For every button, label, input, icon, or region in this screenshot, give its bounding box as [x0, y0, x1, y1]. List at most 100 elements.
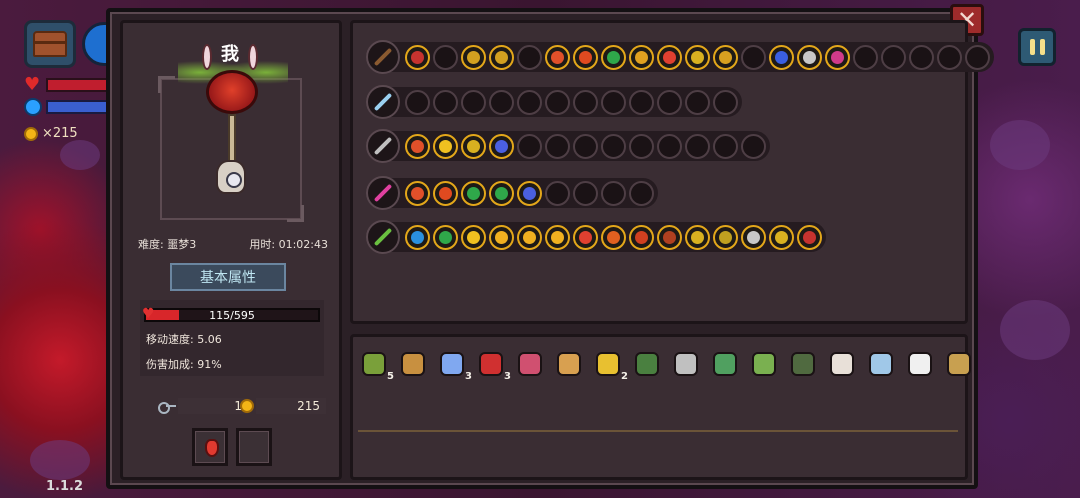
rune-slot[interactable] [573, 224, 598, 250]
rune-slot[interactable] [545, 224, 570, 250]
demon-item[interactable]: 3 [475, 348, 511, 382]
jaw-item[interactable] [904, 348, 936, 380]
rune-slot[interactable] [405, 133, 430, 159]
rune-slot[interactable] [405, 44, 430, 70]
attributes-tab[interactable]: 基本属性 [170, 263, 286, 291]
empty-rune-slot[interactable] [517, 133, 542, 159]
boot-item[interactable] [631, 348, 663, 380]
empty-rune-slot[interactable] [461, 89, 486, 115]
empty-rune-slot[interactable] [741, 44, 766, 70]
rune-icon [747, 230, 760, 244]
empty-rune-slot[interactable] [965, 44, 990, 70]
empty-rune-slot[interactable] [433, 89, 458, 115]
sack-item[interactable] [514, 348, 546, 380]
rune-icon [691, 230, 704, 244]
rune-slot[interactable] [545, 44, 570, 70]
empty-rune-slot[interactable] [685, 133, 710, 159]
empty-rune-slot[interactable] [545, 133, 570, 159]
feather-item[interactable] [826, 348, 858, 380]
empty-rune-slot[interactable] [433, 44, 458, 70]
empty-rune-slot[interactable] [545, 89, 570, 115]
empty-rune-slot[interactable] [937, 44, 962, 70]
spear-weapon[interactable] [366, 129, 400, 163]
rune-slot[interactable] [461, 180, 486, 206]
empty-rune-slot[interactable] [741, 133, 766, 159]
rune-slot[interactable] [601, 224, 626, 250]
rune-slot[interactable] [713, 224, 738, 250]
claw-item[interactable]: 5 [358, 348, 394, 382]
empty-rune-slot[interactable] [601, 133, 626, 159]
cloak-item[interactable] [787, 348, 819, 380]
pickaxe-item[interactable] [397, 348, 429, 380]
rune-slot[interactable] [489, 133, 514, 159]
empty-rune-slot[interactable] [713, 89, 738, 115]
rune-slot[interactable] [433, 133, 458, 159]
rune-slot[interactable] [517, 180, 542, 206]
rune-slot[interactable] [461, 133, 486, 159]
rune-slot[interactable] [433, 180, 458, 206]
egg-item[interactable]: 3 [436, 348, 472, 382]
plant-item[interactable] [709, 348, 741, 380]
rune-slot[interactable] [797, 224, 822, 250]
empty-rune-slot[interactable] [517, 89, 542, 115]
trident-weapon[interactable] [366, 220, 400, 254]
empty-rune-slot[interactable] [573, 89, 598, 115]
potion-slot[interactable] [192, 428, 228, 466]
empty-rune-slot[interactable] [657, 89, 682, 115]
rune-slot[interactable] [685, 44, 710, 70]
bow-item[interactable] [670, 348, 702, 380]
rune-slot[interactable] [489, 224, 514, 250]
empty-rune-slot[interactable] [545, 180, 570, 206]
pause-button[interactable] [1018, 28, 1056, 66]
rune-slot[interactable] [433, 224, 458, 250]
chest-weapon[interactable] [366, 40, 400, 74]
blade-weapon[interactable] [366, 85, 400, 119]
rune-slot[interactable] [769, 44, 794, 70]
empty-rune-slot[interactable] [713, 133, 738, 159]
staff-weapon[interactable] [366, 176, 400, 210]
rune-slot[interactable] [629, 224, 654, 250]
hud-hp-bar [46, 78, 110, 92]
hourglass-item[interactable] [553, 348, 585, 380]
empty-rune-slot[interactable] [405, 89, 430, 115]
rune-slot[interactable] [629, 44, 654, 70]
empty-rune-slot[interactable] [489, 89, 514, 115]
rune-slot[interactable] [657, 44, 682, 70]
rune-slot[interactable] [741, 224, 766, 250]
rune-slot[interactable] [405, 224, 430, 250]
rune-slot[interactable] [657, 224, 682, 250]
empty-item-slot[interactable] [236, 428, 272, 466]
claw-icon [362, 352, 386, 376]
rune-slot[interactable] [769, 224, 794, 250]
cheese-item[interactable]: 2 [592, 348, 628, 382]
rune-slot[interactable] [601, 44, 626, 70]
empty-rune-slot[interactable] [853, 44, 878, 70]
rune-slot[interactable] [489, 180, 514, 206]
rune-slot[interactable] [825, 44, 850, 70]
empty-rune-slot[interactable] [629, 133, 654, 159]
rune-slot[interactable] [489, 44, 514, 70]
rune-slot[interactable] [573, 44, 598, 70]
empty-rune-slot[interactable] [881, 44, 906, 70]
empty-rune-slot[interactable] [573, 133, 598, 159]
magnifier-item[interactable] [865, 348, 897, 380]
inventory-chest-button[interactable] [24, 20, 76, 68]
empty-rune-slot[interactable] [629, 89, 654, 115]
rune-slot[interactable] [517, 224, 542, 250]
empty-rune-slot[interactable] [629, 180, 654, 206]
rune-slot[interactable] [405, 180, 430, 206]
empty-rune-slot[interactable] [909, 44, 934, 70]
empty-rune-slot[interactable] [657, 133, 682, 159]
rune-slot[interactable] [461, 44, 486, 70]
lantern-item[interactable] [943, 348, 975, 380]
empty-rune-slot[interactable] [685, 89, 710, 115]
herb-item[interactable] [748, 348, 780, 380]
empty-rune-slot[interactable] [601, 180, 626, 206]
rune-slot[interactable] [461, 224, 486, 250]
empty-rune-slot[interactable] [517, 44, 542, 70]
rune-slot[interactable] [713, 44, 738, 70]
empty-rune-slot[interactable] [573, 180, 598, 206]
rune-slot[interactable] [797, 44, 822, 70]
empty-rune-slot[interactable] [601, 89, 626, 115]
rune-slot[interactable] [685, 224, 710, 250]
